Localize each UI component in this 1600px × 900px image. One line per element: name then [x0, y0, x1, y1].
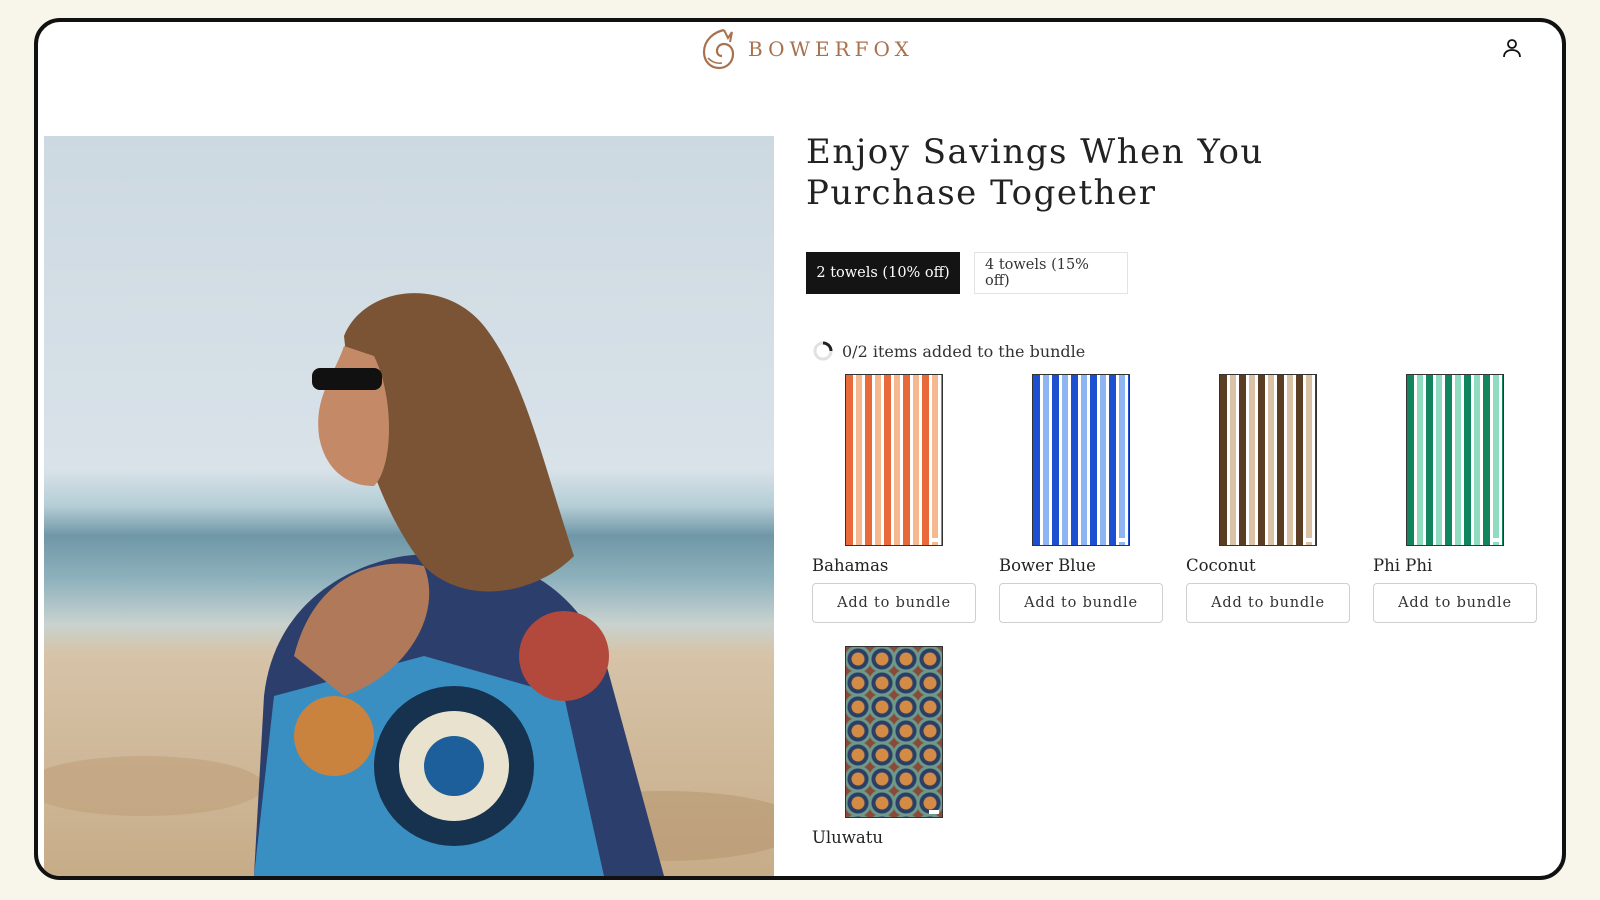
add-to-bundle-button[interactable]: Add to bundle: [1373, 583, 1537, 623]
brand-logo[interactable]: BOWERFOX: [698, 26, 914, 72]
product-card: Bahamas Add to bundle: [812, 374, 976, 623]
tab-4-towels[interactable]: 4 towels (15% off): [974, 252, 1128, 294]
product-name: Bower Blue: [999, 556, 1096, 575]
hero-image: [44, 136, 774, 876]
progress-ring-icon: [813, 341, 833, 361]
add-to-bundle-button[interactable]: Add to bundle: [1186, 583, 1350, 623]
product-card: Coconut Add to bundle: [1186, 374, 1350, 623]
add-to-bundle-button[interactable]: Add to bundle: [999, 583, 1163, 623]
product-name: Uluwatu: [812, 828, 884, 847]
bundle-tabs: 2 towels (10% off) 4 towels (15% off): [806, 252, 1546, 294]
product-card: Uluwatu: [812, 646, 976, 847]
product-name: Bahamas: [812, 556, 889, 575]
product-image[interactable]: [845, 374, 943, 546]
product-name: Phi Phi: [1373, 556, 1433, 575]
bundle-title: Enjoy Savings When You Purchase Together: [806, 132, 1264, 213]
product-image[interactable]: [845, 646, 943, 818]
product-image[interactable]: [1032, 374, 1130, 546]
tab-2-towels[interactable]: 2 towels (10% off): [806, 252, 960, 294]
product-card: Bower Blue Add to bundle: [999, 374, 1163, 623]
account-icon[interactable]: [1500, 36, 1524, 60]
progress-text: 0/2 items added to the bundle: [842, 341, 1086, 361]
bundle-progress: 0/2 items added to the bundle: [812, 340, 1546, 362]
product-card: Phi Phi Add to bundle: [1373, 374, 1537, 623]
add-to-bundle-button[interactable]: Add to bundle: [812, 583, 976, 623]
product-name: Coconut: [1186, 556, 1256, 575]
bundle-panel: Enjoy Savings When You Purchase Together…: [806, 132, 1546, 847]
browser-frame: BOWERFOX Enjoy Savings When You Purchase…: [34, 18, 1566, 880]
brand-name: BOWERFOX: [748, 37, 914, 61]
fox-logo-icon: [702, 28, 735, 70]
product-image[interactable]: [1406, 374, 1504, 546]
site-header: BOWERFOX: [38, 22, 1562, 102]
product-image[interactable]: [1219, 374, 1317, 546]
